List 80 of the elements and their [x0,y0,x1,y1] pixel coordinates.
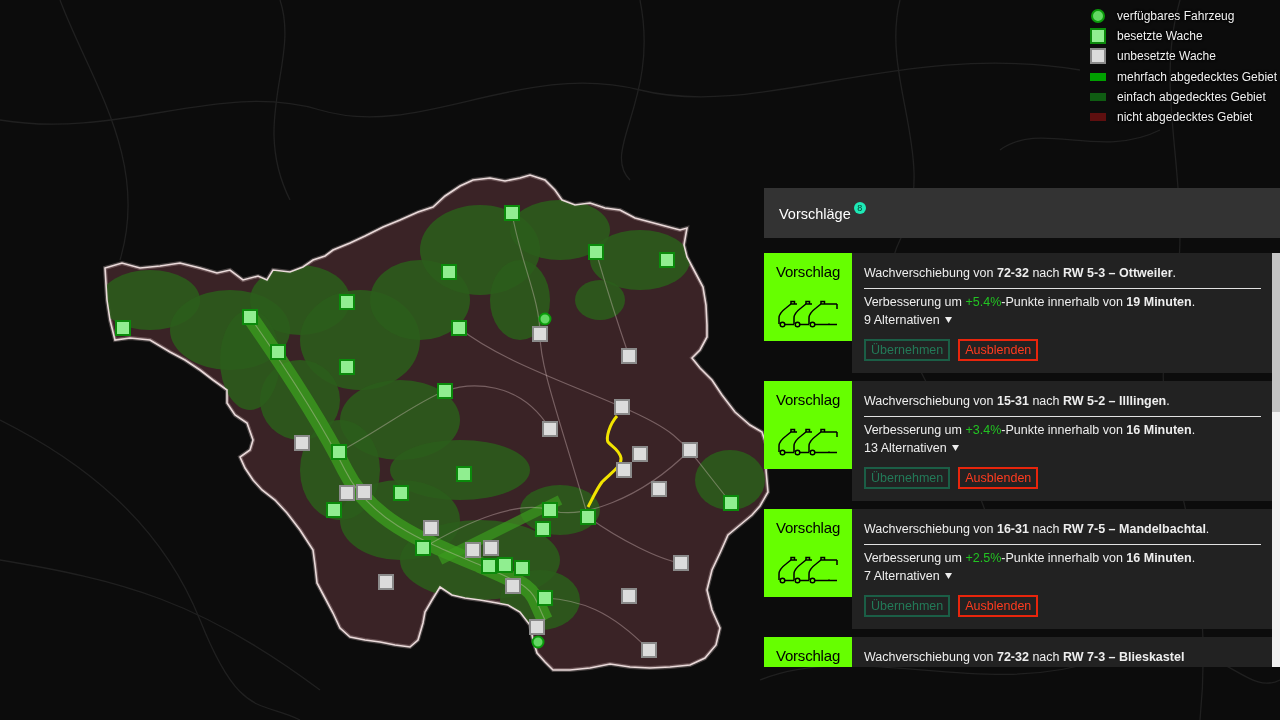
suggestion-title: Wachverschiebung von 16-31 nach RW 7-5 – Mandelbachtal. [864,521,1211,538]
vacant-station-icon[interactable] [505,578,521,594]
occupied-station-icon[interactable] [588,244,604,260]
occupied-station-icon[interactable] [441,264,457,280]
tile-label: Vorschlag [775,391,841,409]
legend-label: einfach abgedecktes Gebiet [1117,88,1266,105]
accept-button[interactable]: Übernehmen [864,339,951,361]
accept-button[interactable]: Übernehmen [864,467,951,489]
occupied-station-icon[interactable] [497,557,513,573]
legend-label: unbesetzte Wache [1117,48,1216,65]
occupied-station-icon[interactable] [451,320,467,336]
occupied-station-icon[interactable] [456,466,472,482]
occupied-station-icon[interactable] [415,540,431,556]
occupied-station-icon[interactable] [514,560,530,576]
occupied-station-icon[interactable] [542,502,558,518]
vacant-station-icon[interactable] [616,462,632,478]
occupied-station-icon[interactable] [504,205,520,221]
panel-title: Vorschläge [779,205,851,223]
occupied-station-icon[interactable] [537,590,553,606]
vacant-station-icon[interactable] [632,446,648,462]
caret-icon [951,445,959,451]
legend-label: verfügbares Fahrzeug [1117,8,1235,25]
vacant-station-icon[interactable] [621,348,637,364]
tile-label: Vorschlag [775,263,841,281]
dismiss-button[interactable]: Ausblenden [958,339,1039,361]
vacant-station-icon[interactable] [339,485,355,501]
vehicle-dot-icon[interactable] [531,635,545,649]
vacant-station-icon[interactable] [641,642,657,658]
vacant-station-icon[interactable] [621,588,637,604]
vehicles-icon [777,556,839,584]
vehicles-icon [777,300,839,328]
occupied-station-icon[interactable] [535,521,551,537]
occupied-station-icon[interactable] [723,495,739,511]
vacant-station-icon[interactable] [651,481,667,497]
caret-icon [944,317,952,323]
caret-icon [944,573,952,579]
accept-button[interactable]: Übernehmen [864,595,951,617]
occupied-station-icon[interactable] [437,383,453,399]
count-badge: 8 [853,202,866,214]
improvement-text: Verbesserung um +3.4%-Punkte innerhalb von 16 Minuten. [864,422,1197,438]
vacant-station-icon[interactable] [673,555,689,571]
vacant-station-icon[interactable] [614,399,630,415]
scrollbar-thumb[interactable] [1272,253,1280,412]
vacant-station-icon[interactable] [465,542,481,558]
suggestion-title: Wachverschiebung von 72-32 nach RW 5-3 – Ottweiler. [864,265,1177,282]
occupied-station-icon[interactable] [580,509,596,525]
vacant-station-icon[interactable] [378,574,394,590]
dismiss-button[interactable]: Ausblenden [958,595,1039,617]
legend-label: nicht abgedecktes Gebiet [1117,109,1253,126]
occupied-station-icon[interactable] [659,252,675,268]
suggestion-title: Wachverschiebung von 72-32 nach RW 7-3 – Blieskastel [864,649,1186,666]
legend-label: besetzte Wache [1117,28,1203,45]
alternatives-toggle[interactable]: 9 Alternativen [864,312,952,328]
occupied-station-icon[interactable] [115,320,131,336]
vacant-station-icon[interactable] [356,484,372,500]
occupied-station-icon[interactable] [393,485,409,501]
legend-label: mehrfach abgedecktes Gebiet [1117,68,1278,85]
vacant-station-icon[interactable] [682,442,698,458]
tile-label: Vorschlag [775,647,841,665]
vacant-station-icon[interactable] [423,520,439,536]
occupied-station-icon[interactable] [270,344,286,360]
vehicle-dot-icon[interactable] [538,312,552,326]
occupied-station-icon[interactable] [331,444,347,460]
dismiss-button[interactable]: Ausblenden [958,467,1039,489]
scrollbar-track[interactable] [1272,253,1280,667]
vacant-station-icon[interactable] [542,421,558,437]
improvement-text: Verbesserung um +5.4%-Punkte innerhalb von 19 Minuten. [864,294,1197,310]
alternatives-toggle[interactable]: 13 Alternativen [864,440,959,456]
vacant-station-icon[interactable] [483,540,499,556]
occupied-station-icon[interactable] [339,294,355,310]
occupied-station-icon[interactable] [339,359,355,375]
occupied-station-icon[interactable] [481,558,497,574]
improvement-text: Verbesserung um +2.5%-Punkte innerhalb von 16 Minuten. [864,550,1197,566]
alternatives-toggle[interactable]: 7 Alternativen [864,568,952,584]
occupied-station-icon[interactable] [242,309,258,325]
suggestion-title: Wachverschiebung von 15-31 nach RW 5-2 – Illlingen. [864,393,1171,410]
vehicles-icon [777,428,839,456]
tile-label: Vorschlag [775,519,841,537]
vacant-station-icon[interactable] [294,435,310,451]
occupied-station-icon[interactable] [326,502,342,518]
